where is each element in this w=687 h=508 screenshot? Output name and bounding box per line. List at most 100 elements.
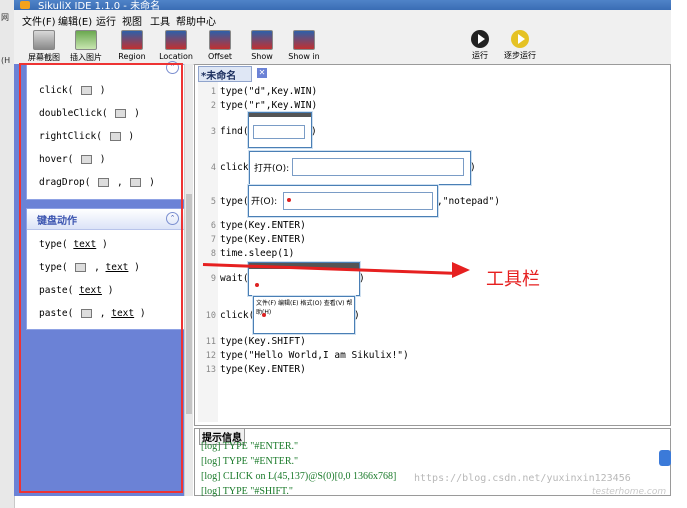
region-button[interactable]: Region <box>110 30 154 64</box>
cmd-text: doubleClick( <box>39 108 108 119</box>
code-line[interactable]: ) <box>311 126 317 137</box>
panel-scrollbar[interactable] <box>184 64 193 496</box>
cmd-text: paste( <box>39 285 74 296</box>
cmd-type-text[interactable]: type( text ) <box>39 239 108 250</box>
toolbar: 屏幕截图 插入图片 Region Location Offset Show Sh… <box>14 28 671 65</box>
line-number: 6 <box>210 221 216 231</box>
pattern-thumb-icon <box>81 86 93 95</box>
line-number: 9 <box>210 274 216 284</box>
param-text: text <box>73 239 97 250</box>
line-number: 7 <box>210 235 216 245</box>
collapse-icon[interactable]: ⌃ <box>166 212 179 225</box>
arrow-head-icon <box>452 262 470 278</box>
cmd-type-image-text[interactable]: type( , text ) <box>39 262 140 273</box>
show-in-icon <box>293 30 315 50</box>
run-button[interactable]: 运行 <box>458 30 502 64</box>
code-line[interactable]: ) <box>354 310 360 321</box>
sliver-text: 网 <box>1 13 9 22</box>
pattern-image[interactable]: 文件(F) 编辑(E) 格式(O) 查看(V) 帮助(H) <box>253 296 355 334</box>
line-number: 4 <box>210 163 216 173</box>
cmd-text: hover( <box>39 154 74 165</box>
menu-tools[interactable]: 工具 <box>150 13 170 28</box>
menu-edit[interactable]: 编辑(E) <box>58 13 92 28</box>
cmd-paste-image-text[interactable]: paste( , text ) <box>39 308 146 319</box>
code-line[interactable]: type("r",Key.WIN) <box>220 100 317 111</box>
menu-view[interactable]: 视图 <box>122 13 142 28</box>
code-line[interactable]: type(Key.SHIFT) <box>220 336 306 347</box>
pattern-image[interactable]: 打开(O): <box>249 151 471 185</box>
code-line[interactable]: type(Key.ENTER) <box>220 234 306 245</box>
menu-help[interactable]: 帮助中心 <box>176 13 216 28</box>
keyboard-section-header[interactable]: 键盘动作 ⌃ <box>27 209 185 230</box>
pattern-thumb-icon <box>109 132 121 141</box>
log-line: [log] TYPE "#SHIFT." <box>201 486 293 497</box>
cmd-click[interactable]: click( ) <box>39 85 106 96</box>
cmd-paste-text[interactable]: paste( text ) <box>39 285 113 296</box>
code-line[interactable]: ,"notepad") <box>437 196 500 207</box>
cmd-doubleclick[interactable]: doubleClick( ) <box>39 108 140 119</box>
image-icon <box>75 30 97 50</box>
code-line[interactable]: ) <box>359 273 365 284</box>
cmd-dragdrop[interactable]: dragDrop( , ) <box>39 177 155 188</box>
cmd-text: rightClick( <box>39 131 102 142</box>
param-text: text <box>79 285 102 296</box>
line-number: 2 <box>210 101 216 111</box>
menu-bar: 文件(F) 编辑(E) 运行 视图 工具 帮助中心 <box>14 10 671 28</box>
sliver-text: (H <box>1 56 11 65</box>
code-line[interactable]: click( <box>220 310 254 321</box>
collapse-icon[interactable]: ⌃ <box>166 61 179 74</box>
insert-image-button[interactable]: 插入图片 <box>64 30 108 64</box>
cmd-text: click( <box>39 85 74 96</box>
code-line[interactable]: find( <box>220 126 249 137</box>
line-number: 8 <box>210 249 216 259</box>
pattern-image[interactable] <box>248 112 312 148</box>
pattern-thumb-icon <box>98 178 110 187</box>
code-line[interactable]: type( <box>220 196 249 207</box>
location-button[interactable]: Location <box>154 30 198 64</box>
run-label: 运行 <box>472 51 488 60</box>
code-line[interactable]: type("Hello World,I am Sikulix!") <box>220 350 409 361</box>
tab-untitled[interactable]: *未命名 ✕ <box>198 66 267 82</box>
menu-run[interactable]: 运行 <box>96 13 116 28</box>
pattern-label: 文件(F) 编辑(E) 格式(O) 查看(V) 帮助(H) <box>256 300 353 316</box>
code-line[interactable]: ) <box>470 162 476 173</box>
scrollbar-thumb[interactable] <box>186 194 192 414</box>
location-icon <box>165 30 187 50</box>
keyboard-section-title: 键盘动作 <box>37 216 77 227</box>
pattern-image[interactable]: 开(O): <box>248 185 438 217</box>
watermark-url: https://blog.csdn.net/yuxinxin123456 <box>414 473 631 484</box>
line-number: 13 <box>205 365 216 375</box>
title-bar: SikuliX IDE 1.1.0 - 未命名 <box>14 0 671 12</box>
code-line[interactable]: type("d",Key.WIN) <box>220 86 317 97</box>
cmd-text: ) <box>128 131 135 142</box>
param-text: text <box>111 308 135 319</box>
cmd-hover[interactable]: hover( ) <box>39 154 106 165</box>
run-slow-button[interactable]: 逐步运行 <box>498 30 542 64</box>
code-line[interactable]: type(Key.ENTER) <box>220 220 306 231</box>
mouse-actions-section: ⌃ click( ) doubleClick( ) rightClick( ) … <box>26 61 186 200</box>
code-line[interactable]: wait( <box>220 273 249 284</box>
keyboard-actions-section: 键盘动作 ⌃ type( text ) type( , text ) paste… <box>26 208 186 330</box>
pattern-thumb-icon <box>75 263 87 272</box>
log-line: [log] CLICK on L(45,137)@S(0)[0,0 1366x7… <box>201 471 397 482</box>
app-icon <box>20 1 30 9</box>
command-panel: ⌃ click( ) doubleClick( ) rightClick( ) … <box>14 61 186 496</box>
cmd-text: ) <box>139 308 146 319</box>
cmd-text: ) <box>107 285 114 296</box>
capture-button[interactable]: 屏幕截图 <box>22 30 66 64</box>
click-offset-marker <box>287 198 291 202</box>
show-in-button[interactable]: Show in <box>282 30 326 64</box>
show-button[interactable]: Show <box>240 30 284 64</box>
side-badge-icon[interactable] <box>659 450 671 466</box>
location-label: Location <box>159 52 193 61</box>
offset-label: Offset <box>207 52 233 61</box>
line-number: 3 <box>210 127 216 137</box>
code-line[interactable]: time.sleep(1) <box>220 248 294 259</box>
offset-button[interactable]: Offset <box>198 30 242 64</box>
code-line[interactable]: type(Key.ENTER) <box>220 364 306 375</box>
menu-file[interactable]: 文件(F) <box>22 13 56 28</box>
capture-label: 屏幕截图 <box>28 53 60 62</box>
cmd-text: ) <box>134 108 140 119</box>
cmd-rightclick[interactable]: rightClick( ) <box>39 131 134 142</box>
close-icon[interactable]: ✕ <box>257 68 267 78</box>
